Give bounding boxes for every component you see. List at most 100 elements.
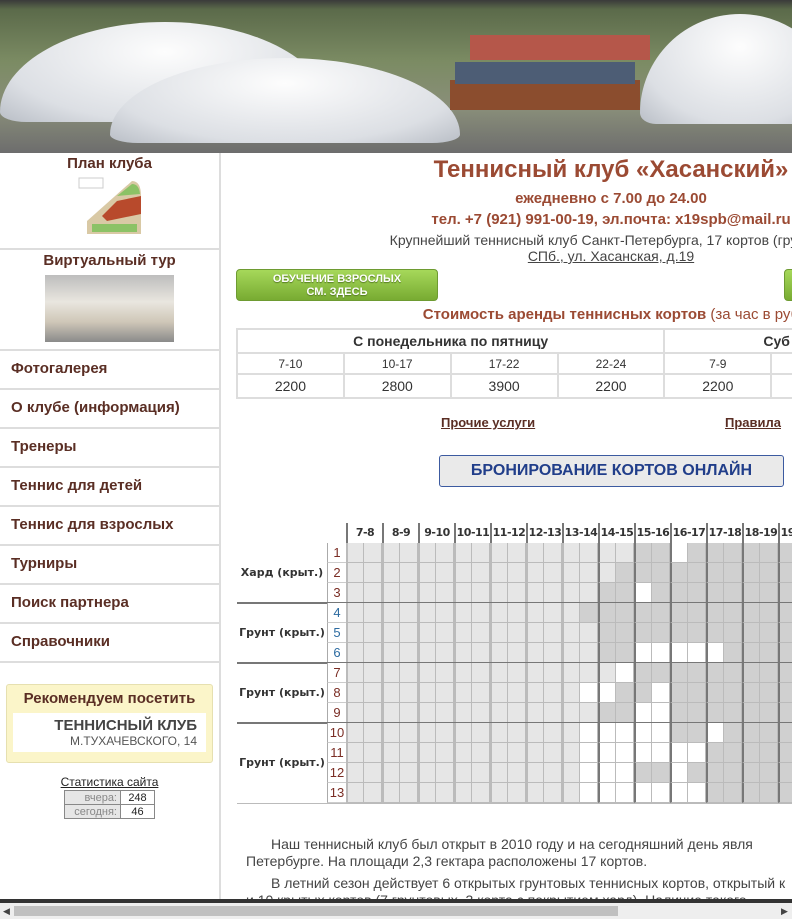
schedule-slot-free[interactable] [580, 683, 598, 703]
schedule-slot-past [526, 703, 544, 723]
schedule-slot-free[interactable] [688, 783, 706, 803]
schedule-slot-free[interactable] [598, 783, 616, 803]
schedule-slot-booked [760, 663, 778, 683]
schedule-slot-free[interactable] [634, 723, 652, 743]
schedule-slot-free[interactable] [634, 743, 652, 763]
adult-training-button[interactable]: ОБУЧЕНИЕ ВЗРОСЛЫХ СМ. ЗДЕСЬ [236, 269, 438, 301]
hour-header: 16-17 [670, 523, 706, 543]
sidebar-item-kids[interactable]: Теннис для детей [0, 468, 219, 507]
schedule-slot-free[interactable] [598, 683, 616, 703]
sidebar-item-coaches[interactable]: Тренеры [0, 429, 219, 468]
recommend-box[interactable]: Рекомендуем посетить ТЕННИСНЫЙ КЛУБ М.ТУ… [6, 684, 213, 763]
recommend-name[interactable]: ТЕННИСНЫЙ КЛУБ [22, 717, 197, 734]
schedule-slot-booked [670, 623, 688, 643]
recommend-link[interactable]: ТЕННИСНЫЙ КЛУБ М.ТУХАЧЕВСКОГО, 14 [13, 713, 206, 752]
schedule-slot-free[interactable] [652, 643, 670, 663]
schedule-slot-past [346, 563, 364, 583]
sidebar-item-adults[interactable]: Теннис для взрослых [0, 507, 219, 546]
schedule-slot-free[interactable] [652, 783, 670, 803]
schedule-slot-past [364, 563, 382, 583]
schedule-slot-free[interactable] [580, 743, 598, 763]
schedule-slot-free[interactable] [706, 723, 724, 743]
schedule-slot-past [436, 743, 454, 763]
schedule-slot-past [364, 603, 382, 623]
schedule-slot-past [400, 703, 418, 723]
schedule-slot-past [544, 643, 562, 663]
price-heading: Стоимость аренды теннисных кортов (за ча… [236, 306, 792, 323]
stats-link[interactable]: Статистика сайта [61, 775, 159, 789]
online-booking-button[interactable]: БРОНИРОВАНИЕ КОРТОВ ОНЛАЙН [439, 455, 784, 487]
button-line: ОБУЧЕНИЕ ВЗРОСЛЫХ [272, 273, 402, 285]
scroll-right-icon[interactable]: ▶ [781, 906, 788, 917]
sidebar-item-reference[interactable]: Справочники [0, 624, 219, 663]
recommend-address[interactable]: М.ТУХАЧЕВСКОГО, 14 [22, 734, 197, 748]
schedule-slot-booked [724, 783, 742, 803]
schedule-slot-free[interactable] [652, 743, 670, 763]
schedule-slot-free[interactable] [616, 663, 634, 683]
schedule-slot-past [454, 623, 472, 643]
schedule-slot-free[interactable] [652, 703, 670, 723]
sidebar-item-tournaments[interactable]: Турниры [0, 546, 219, 585]
sidebar-item-gallery[interactable]: Фотогалерея [0, 351, 219, 390]
schedule-slot-free[interactable] [688, 643, 706, 663]
schedule-slot-free[interactable] [616, 723, 634, 743]
schedule-slot-free[interactable] [706, 643, 724, 663]
secondary-green-button[interactable] [784, 269, 792, 301]
opening-hours: ежедневно с 7.00 до 24.00 [515, 190, 707, 207]
schedule-slot-free[interactable] [670, 783, 688, 803]
scroll-left-icon[interactable]: ◀ [3, 906, 10, 917]
schedule-slot-free[interactable] [634, 703, 652, 723]
schedule-slot-past [544, 583, 562, 603]
schedule-slot-free[interactable] [616, 783, 634, 803]
virtual-tour-title[interactable]: Виртуальный тур [0, 250, 219, 269]
virtual-tour-thumbnail[interactable] [45, 275, 174, 342]
schedule-slot-free[interactable] [598, 763, 616, 783]
scrollbar-thumb[interactable] [14, 906, 618, 916]
schedule-slot-past [562, 563, 580, 583]
club-plan-block[interactable]: План клуба [0, 153, 219, 250]
schedule-slot-past [382, 623, 400, 643]
schedule-slot-free[interactable] [634, 643, 652, 663]
address-link[interactable]: СПб., ул. Хасанская, д.19 [528, 248, 694, 264]
schedule-slot-free[interactable] [580, 723, 598, 743]
other-services-link[interactable]: Прочие услуги [441, 415, 535, 430]
schedule-slot-free[interactable] [598, 723, 616, 743]
schedule-slot-past [418, 623, 436, 643]
schedule-slot-free[interactable] [670, 743, 688, 763]
hour-header: 19-20 [778, 523, 792, 543]
schedule-slot-past [562, 583, 580, 603]
sidebar-item-about[interactable]: О клубе (информация) [0, 390, 219, 429]
schedule-slot-booked [760, 743, 778, 763]
schedule-slot-free[interactable] [670, 643, 688, 663]
schedule-slot-free[interactable] [616, 763, 634, 783]
schedule-slot-booked [598, 703, 616, 723]
schedule-slot-past [508, 783, 526, 803]
rules-link[interactable]: Правила [725, 415, 781, 430]
schedule-slot-past [544, 603, 562, 623]
schedule-slot-free[interactable] [616, 743, 634, 763]
schedule-slot-free[interactable] [598, 743, 616, 763]
schedule-slot-past [544, 623, 562, 643]
schedule-slot-free[interactable] [652, 683, 670, 703]
schedule-slot-past [364, 683, 382, 703]
schedule-slot-free[interactable] [580, 763, 598, 783]
schedule-slot-past [544, 783, 562, 803]
sidebar-item-partner-search[interactable]: Поиск партнера [0, 585, 219, 624]
schedule-slot-past [526, 683, 544, 703]
schedule-slot-booked [598, 583, 616, 603]
virtual-tour-block[interactable]: Виртуальный тур [0, 250, 219, 351]
price-title: Стоимость аренды теннисных кортов [422, 306, 707, 323]
schedule-slot-free[interactable] [580, 783, 598, 803]
horizontal-scrollbar[interactable]: ◀ ▶ [0, 903, 792, 919]
schedule-slot-free[interactable] [670, 543, 688, 563]
schedule-slot-past [544, 763, 562, 783]
schedule-slot-free[interactable] [688, 743, 706, 763]
schedule-slot-past [508, 683, 526, 703]
schedule-slot-free[interactable] [652, 723, 670, 743]
schedule-slot-past [526, 623, 544, 643]
schedule-slot-free[interactable] [670, 763, 688, 783]
club-plan-thumbnail[interactable] [77, 176, 143, 234]
schedule-slot-free[interactable] [634, 583, 652, 603]
schedule-slot-free[interactable] [634, 783, 652, 803]
club-plan-title[interactable]: План клуба [0, 153, 219, 172]
